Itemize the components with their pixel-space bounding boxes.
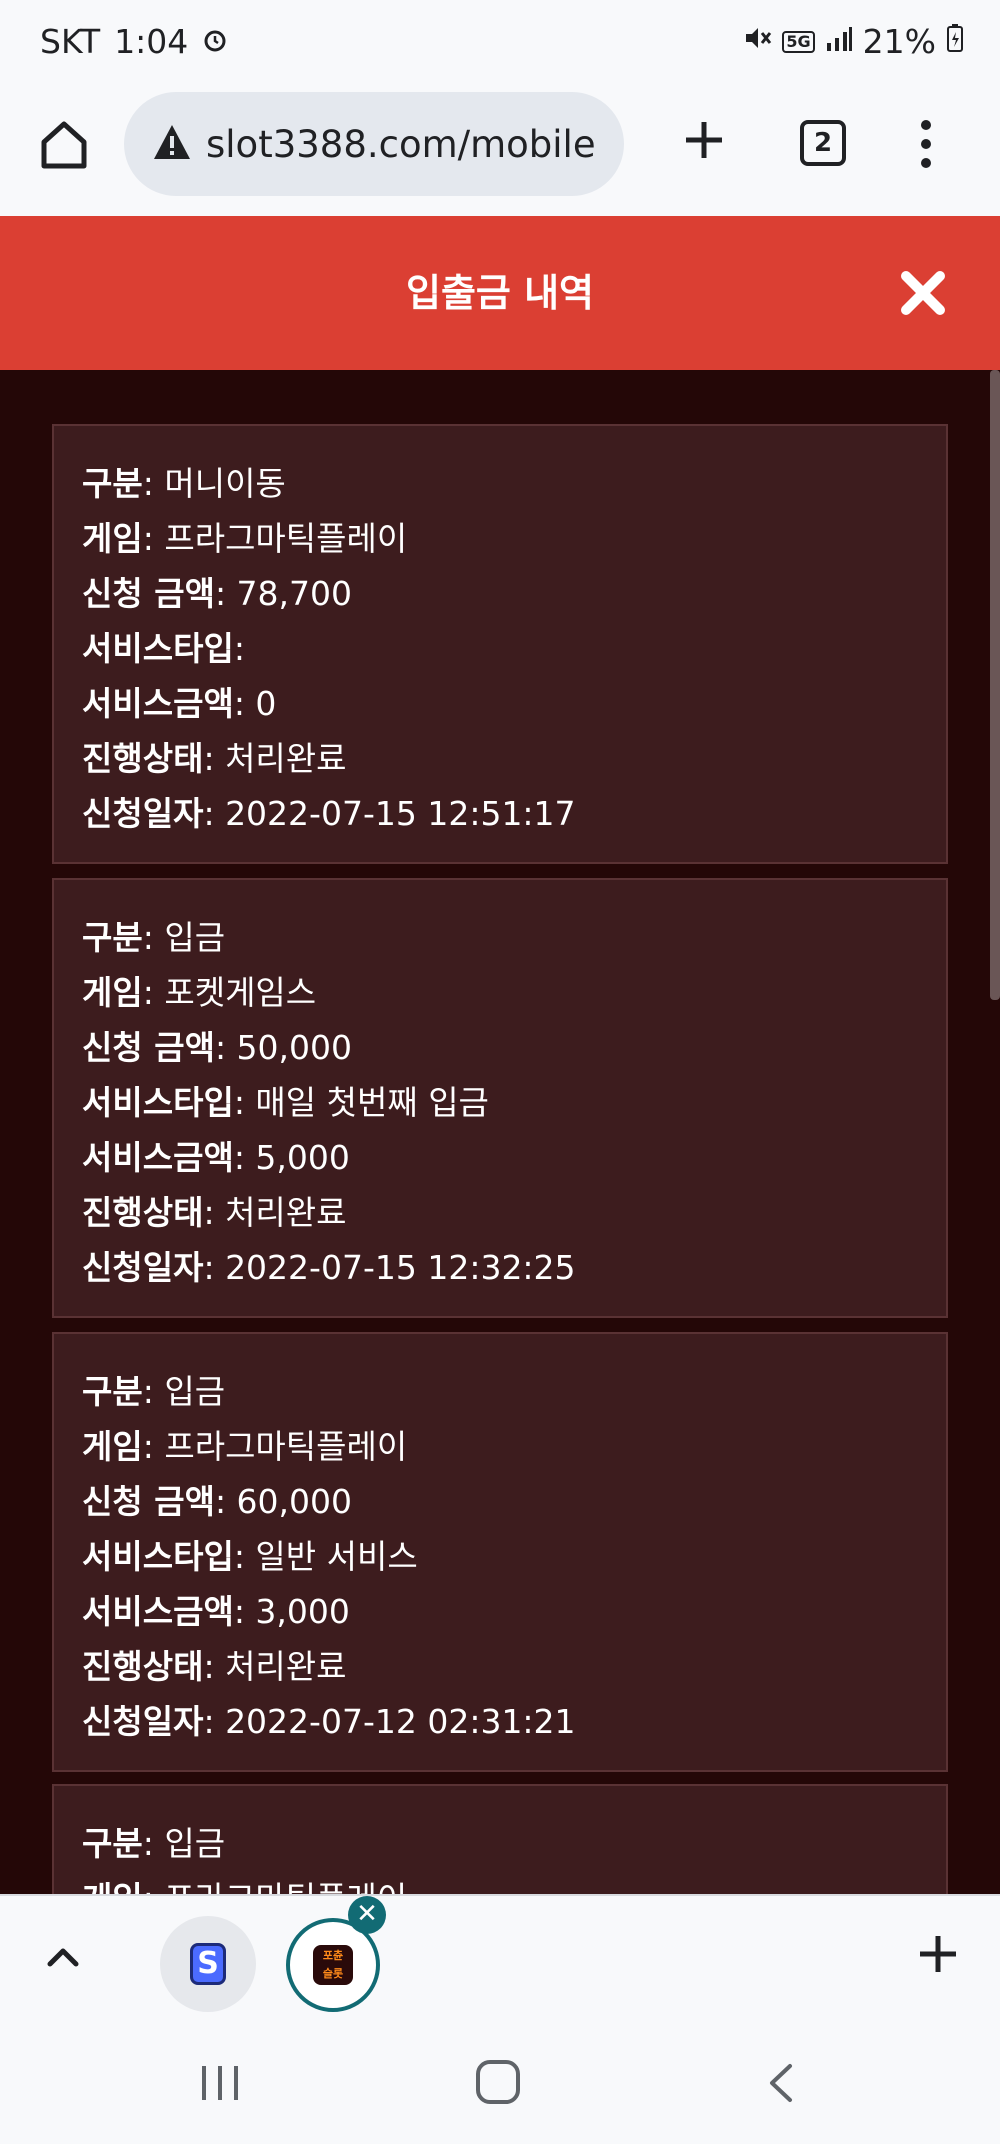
recent-apps-icon[interactable] [200,2064,240,2102]
tab-thumbnail-1[interactable]: S [160,1916,256,2012]
status-right: 5G 21% [742,22,964,61]
more-menu-icon[interactable] [908,116,944,176]
status-bar: SKT 1:04 5G 21% [0,0,1000,86]
scrollbar[interactable] [990,370,1000,1000]
chevron-up-icon[interactable] [44,1942,82,1972]
address-bar[interactable]: slot3388.com/mobile [124,92,624,196]
warning-icon[interactable] [152,123,192,165]
system-nav-bar [0,2020,1000,2144]
network-badge: 5G [782,30,815,53]
home-nav-icon[interactable] [476,2060,520,2104]
record-row: 진행상태: 처리완료 [82,1647,347,1686]
record-card: 구분: 입금 게임: 포켓게임스 신청 금액: 50,000 서비스타입: 매일… [52,878,948,1318]
tab-switcher-button[interactable]: 2 [800,120,846,166]
new-tab-icon[interactable] [674,110,734,170]
add-tab-icon[interactable] [910,1926,966,1982]
record-row: 서비스금액: 5,000 [82,1138,350,1177]
status-left: SKT 1:04 [40,22,228,61]
record-row: 게임: 포켓게임스 [82,973,317,1012]
record-row: 구분: 입금 [82,1372,226,1411]
signal-icon [825,22,853,61]
home-icon[interactable] [34,114,94,174]
mute-icon [742,22,772,61]
app-logo-icon: 포츈 슬롯 [313,1945,353,1985]
modal-header: 입출금 내역 [0,216,1000,370]
record-row: 구분: 머니이동 [82,464,286,503]
record-row: 진행상태: 처리완료 [82,739,347,778]
record-row: 구분: 입금 [82,918,226,957]
carrier-label: SKT [40,22,101,61]
clock-label: 1:04 [114,22,189,61]
record-row: 서비스금액: 3,000 [82,1592,350,1631]
battery-icon [946,22,964,61]
battery-level: 21% [862,22,936,61]
record-row: 게임: 프라그마틱플레이 [82,519,408,558]
record-row: 신청일자: 2022-07-12 02:31:21 [82,1702,576,1741]
record-card: 구분: 머니이동 게임: 프라그마틱플레이 신청 금액: 78,700 서비스타… [52,424,948,864]
tab-strip: S 포츈 슬롯 ✕ [0,1894,1000,2020]
record-row: 구분: 입금 [82,1824,226,1863]
record-row: 게임: 프라그마틱플레이 [82,1871,946,1894]
modal-title: 입출금 내역 [405,271,595,315]
record-row: 서비스타입: 일반 서비스 [82,1537,418,1576]
record-row: 게임: 프라그마틱플레이 [82,1427,408,1466]
site-logo-icon: S [190,1943,226,1985]
record-row: 신청일자: 2022-07-15 12:32:25 [82,1248,576,1287]
record-row: 진행상태: 처리완료 [82,1193,347,1232]
record-row: 신청일자: 2022-07-15 12:51:17 [82,794,576,833]
record-row: 서비스타입: 매일 첫번째 입금 [82,1083,489,1122]
browser-toolbar: slot3388.com/mobile 2 [0,86,1000,216]
page-content: 입출금 내역 구분: 머니이동 게임: 프라그마틱플레이 신청 금액: 78,7… [0,216,1000,1894]
record-row: 신청 금액: 50,000 [82,1028,353,1067]
alarm-icon [202,22,228,61]
tab-close-button[interactable]: ✕ [348,1896,386,1934]
back-icon[interactable] [762,2062,798,2104]
record-card: 구분: 입금 게임: 프라그마틱플레이 신청 금액: 60,000 서비스타입:… [52,1332,948,1772]
record-card: 구분: 입금 게임: 프라그마틱플레이 [52,1784,948,1894]
record-row: 서비스금액: 0 [82,684,277,723]
record-row: 신청 금액: 60,000 [82,1482,353,1521]
url-text: slot3388.com/mobile [206,122,596,166]
close-icon[interactable] [898,268,948,318]
record-row: 신청 금액: 78,700 [82,574,353,613]
record-row: 서비스타입: [82,629,245,668]
